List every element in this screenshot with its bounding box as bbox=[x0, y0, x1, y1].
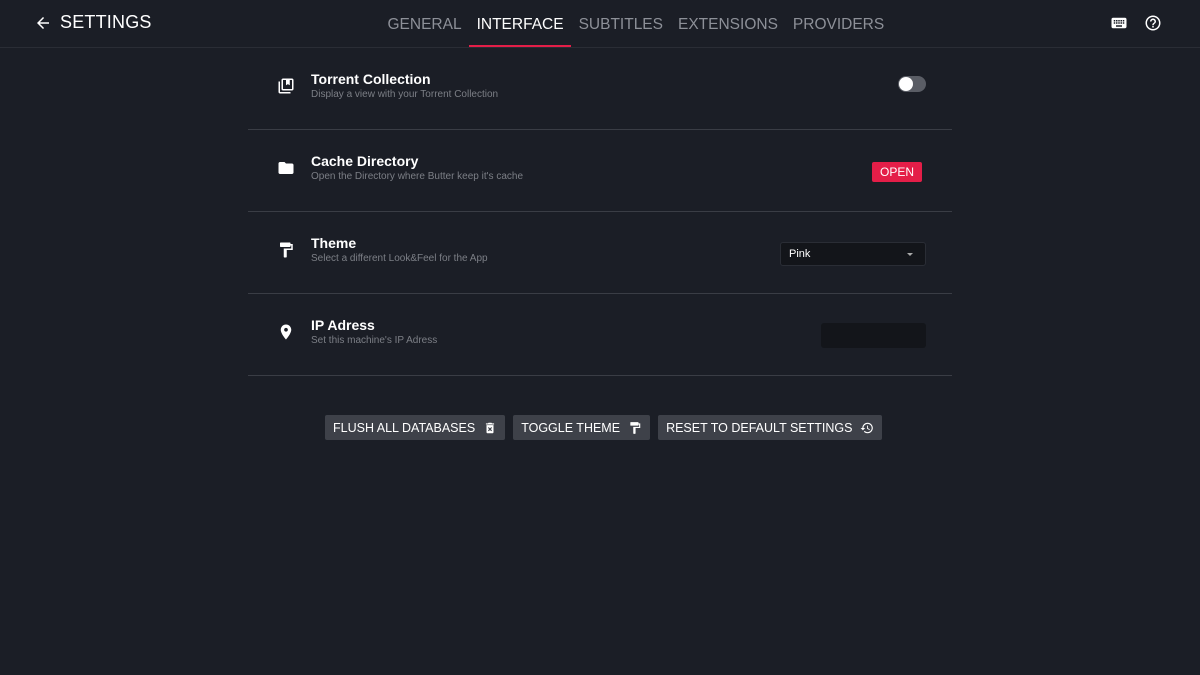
setting-description: Open the Directory where Butter keep it'… bbox=[311, 171, 524, 182]
paint-roller-icon bbox=[630, 421, 641, 434]
chevron-down-icon bbox=[907, 253, 913, 256]
toggle-knob bbox=[899, 77, 913, 91]
folder-icon bbox=[278, 162, 294, 174]
setting-description: Select a different Look&Feel for the App bbox=[311, 253, 488, 264]
button-label: FLUSH ALL DATABASES bbox=[333, 420, 476, 435]
settings-list: Torrent Collection Display a view with y… bbox=[248, 48, 952, 376]
setting-ip-address: IP Adress Set this machine's IP Adress bbox=[248, 294, 952, 376]
button-label: TOGGLE THEME bbox=[521, 420, 621, 435]
page-title: SETTINGS bbox=[60, 12, 152, 32]
tab-providers[interactable]: PROVIDERS bbox=[785, 0, 891, 48]
setting-title: Torrent Collection bbox=[311, 71, 431, 87]
setting-torrent-collection: Torrent Collection Display a view with y… bbox=[248, 48, 952, 130]
flush-databases-button[interactable]: FLUSH ALL DATABASES bbox=[325, 415, 506, 440]
paint-roller-icon bbox=[280, 242, 293, 258]
location-pin-icon bbox=[280, 324, 292, 340]
top-bar: SETTINGS GENERAL INTERFACE SUBTITLES EXT… bbox=[0, 0, 1200, 48]
help-circle-icon[interactable] bbox=[1144, 14, 1162, 32]
theme-select[interactable]: Pink bbox=[780, 242, 926, 266]
history-icon bbox=[861, 422, 874, 433]
setting-theme: Theme Select a different Look&Feel for t… bbox=[248, 212, 952, 294]
setting-title: Theme bbox=[311, 235, 357, 251]
setting-title: IP Adress bbox=[311, 317, 375, 333]
setting-title: Cache Directory bbox=[311, 153, 419, 169]
tab-interface[interactable]: INTERFACE bbox=[469, 0, 572, 48]
arrow-left-icon[interactable] bbox=[34, 14, 52, 32]
theme-select-value: Pink bbox=[789, 248, 811, 260]
collection-icon bbox=[278, 78, 294, 94]
action-buttons: FLUSH ALL DATABASES TOGGLE THEME RESET T… bbox=[325, 415, 883, 440]
tab-extensions[interactable]: EXTENSIONS bbox=[671, 0, 786, 48]
open-cache-button[interactable]: OPEN bbox=[871, 162, 922, 182]
reset-settings-button[interactable]: RESET TO DEFAULT SETTINGS bbox=[658, 415, 883, 440]
torrent-collection-toggle[interactable] bbox=[898, 76, 926, 92]
setting-cache-directory: Cache Directory Open the Directory where… bbox=[248, 130, 952, 212]
tab-subtitles[interactable]: SUBTITLES bbox=[571, 0, 670, 48]
setting-description: Display a view with your Torrent Collect… bbox=[311, 89, 499, 100]
toggle-theme-button[interactable]: TOGGLE THEME bbox=[513, 415, 651, 440]
button-label: RESET TO DEFAULT SETTINGS bbox=[666, 420, 853, 435]
tab-general[interactable]: GENERAL bbox=[380, 0, 469, 48]
settings-tabs: GENERAL INTERFACE SUBTITLES EXTENSIONS P… bbox=[380, 0, 892, 48]
keyboard-icon[interactable] bbox=[1110, 14, 1128, 32]
ip-address-input[interactable] bbox=[821, 323, 926, 348]
trash-icon bbox=[486, 422, 495, 433]
setting-description: Set this machine's IP Adress bbox=[311, 335, 438, 346]
